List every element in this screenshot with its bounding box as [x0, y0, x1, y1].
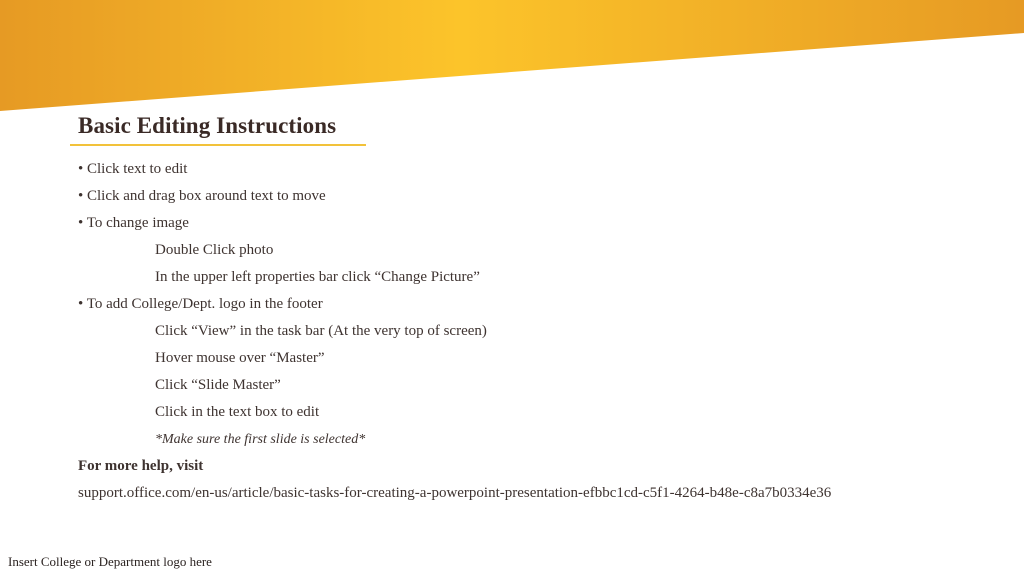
title-underline — [70, 144, 366, 146]
instruction-item[interactable]: • To change image — [78, 215, 189, 232]
instruction-subitem[interactable]: Click “View” in the task bar (At the ver… — [155, 323, 487, 340]
instruction-subitem[interactable]: Hover mouse over “Master” — [155, 350, 325, 367]
header-banner — [0, 0, 1024, 111]
instruction-note[interactable]: *Make sure the first slide is selected* — [155, 432, 365, 448]
help-label[interactable]: For more help, visit — [78, 458, 203, 475]
instruction-item[interactable]: • To add College/Dept. logo in the foote… — [78, 296, 323, 313]
instruction-subitem[interactable]: Double Click photo — [155, 242, 273, 259]
instruction-subitem[interactable]: In the upper left properties bar click “… — [155, 269, 480, 286]
slide-title[interactable]: Basic Editing Instructions — [78, 113, 336, 139]
help-url[interactable]: support.office.com/en-us/article/basic-t… — [78, 485, 831, 502]
banner-shape — [0, 0, 1024, 111]
instruction-subitem[interactable]: Click in the text box to edit — [155, 404, 319, 421]
instruction-item[interactable]: • Click text to edit — [78, 161, 187, 178]
footer-logo-placeholder[interactable]: Insert College or Department logo here — [8, 554, 212, 570]
instruction-item[interactable]: • Click and drag box around text to move — [78, 188, 326, 205]
instruction-subitem[interactable]: Click “Slide Master” — [155, 377, 281, 394]
